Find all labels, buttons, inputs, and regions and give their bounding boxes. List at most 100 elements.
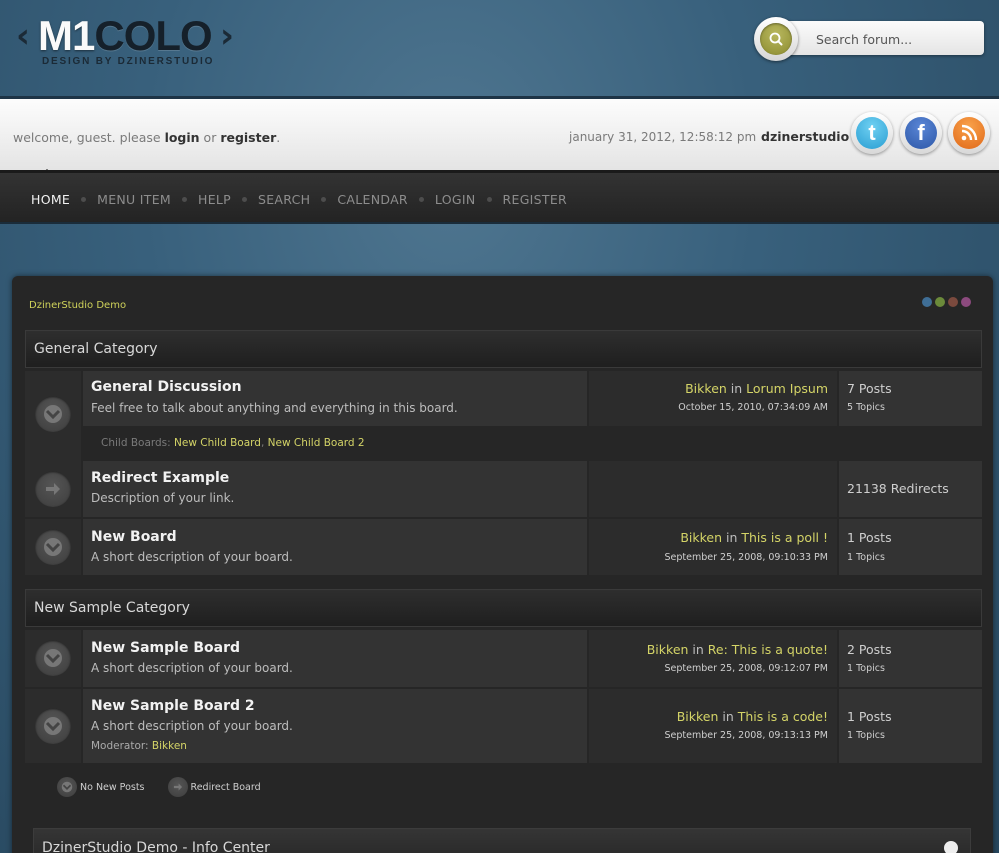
- facebook-icon: f: [905, 117, 937, 149]
- child-board-link[interactable]: New Child Board: [174, 437, 261, 449]
- logo-wordmark: M1COLO: [38, 12, 213, 59]
- child-board-link[interactable]: New Child Board 2: [268, 437, 365, 449]
- board-stats: 2 Posts 1 Topics: [839, 630, 982, 687]
- last-post-date: September 25, 2008, 09:10:33 PM: [664, 552, 829, 563]
- last-post-date: September 25, 2008, 09:13:13 PM: [664, 730, 829, 741]
- board-title[interactable]: New Sample Board 2: [91, 698, 255, 714]
- last-post-line: Bikken in Lorum Ipsum: [685, 381, 828, 396]
- color-switcher: [922, 297, 971, 307]
- twitter-icon: t: [856, 117, 888, 149]
- board-description: A short description of your board.: [91, 719, 293, 733]
- board-last-post: [589, 461, 837, 517]
- board-topics: 5 Topics: [847, 402, 885, 413]
- board-posts: 1 Posts: [847, 530, 892, 545]
- child-boards-label: Child Boards:: [101, 437, 175, 449]
- twitter-button[interactable]: t: [851, 112, 893, 154]
- last-post-user[interactable]: Bikken: [677, 709, 719, 724]
- board-row: New Sample Board A short description of …: [25, 630, 982, 687]
- header: ‹ M1COLO › DESIGN BY DZINERSTUDIO: [0, 0, 999, 96]
- nav-menu-item[interactable]: MENU ITEM: [97, 192, 198, 207]
- nav-register[interactable]: REGISTER: [503, 192, 568, 207]
- nav-login[interactable]: LOGIN: [435, 192, 503, 207]
- last-post-topic[interactable]: This is a poll !: [741, 530, 828, 545]
- board-row: General Discussion Feel free to talk abo…: [25, 371, 982, 461]
- board-stats: 7 Posts 5 Topics: [839, 371, 982, 426]
- color-dot-purple[interactable]: [961, 297, 971, 307]
- redirect-icon: [35, 471, 71, 507]
- breadcrumb[interactable]: DzinerStudio Demo: [29, 300, 126, 311]
- last-post-user[interactable]: Bikken: [647, 642, 689, 657]
- info-center-header[interactable]: DzinerStudio Demo - Info Center: [33, 828, 971, 853]
- board-icon-cell: [25, 519, 81, 575]
- board-redirects: 21138 Redirects: [847, 481, 949, 496]
- color-dot-blue[interactable]: [922, 297, 932, 307]
- board-row: Redirect Example Description of your lin…: [25, 461, 982, 517]
- board-icon-cell: [25, 689, 81, 763]
- last-post-topic[interactable]: This is a code!: [738, 709, 828, 724]
- search-input[interactable]: [816, 30, 976, 48]
- last-post-line: Bikken in Re: This is a quote!: [647, 642, 828, 657]
- color-dot-green[interactable]: [935, 297, 945, 307]
- info-center-title: DzinerStudio Demo - Info Center: [42, 840, 270, 853]
- welcome-prefix: welcome, guest. please: [13, 130, 165, 145]
- search-button[interactable]: [754, 17, 798, 61]
- category-title: New Sample Category: [34, 600, 190, 616]
- nav-separator: [321, 197, 327, 202]
- search-box: [754, 17, 986, 61]
- nav-home[interactable]: HOME: [31, 192, 97, 207]
- no-new-posts-icon: [35, 708, 71, 744]
- nav-menu-item-label: MENU ITEM: [97, 192, 171, 207]
- last-post-topic[interactable]: Re: This is a quote!: [708, 642, 828, 657]
- board-posts: 2 Posts: [847, 642, 892, 657]
- no-new-posts-icon: [57, 777, 77, 797]
- site-name: dzinerstudio: [761, 129, 850, 144]
- board-row: New Sample Board 2 A short description o…: [25, 689, 982, 763]
- category-header[interactable]: General Category: [25, 330, 982, 368]
- last-post-topic[interactable]: Lorum Ipsum: [746, 381, 828, 396]
- board-stats: 1 Posts 1 Topics: [839, 689, 982, 763]
- no-new-posts-icon: [35, 396, 71, 432]
- login-link[interactable]: login: [165, 130, 200, 145]
- board-last-post: Bikken in Lorum Ipsum October 15, 2010, …: [589, 371, 837, 426]
- nav-separator: [242, 197, 247, 202]
- board-title[interactable]: General Discussion: [91, 379, 242, 395]
- board-icon-cell: [25, 461, 81, 517]
- nav-login-label: LOGIN: [434, 192, 476, 207]
- color-dot-brown[interactable]: [948, 297, 958, 307]
- nav-search-label: SEARCH: [258, 192, 311, 207]
- last-post-line: Bikken in This is a poll !: [680, 530, 828, 545]
- board-topics: 1 Topics: [847, 663, 885, 674]
- board-legend: No New Posts Redirect Board: [57, 777, 261, 797]
- user-bar: welcome, guest. please login or register…: [0, 96, 999, 177]
- child-boards: Child Boards: New Child Board, New Child…: [101, 437, 365, 449]
- nav-calendar[interactable]: CALENDAR: [337, 192, 435, 207]
- board-title[interactable]: New Sample Board: [91, 640, 240, 656]
- nav-search[interactable]: SEARCH: [258, 192, 337, 207]
- facebook-button[interactable]: f: [900, 112, 942, 154]
- board-stats: 21138 Redirects: [839, 461, 982, 517]
- collapse-toggle-icon[interactable]: [944, 841, 958, 853]
- board-title[interactable]: Redirect Example: [91, 470, 229, 486]
- board-info: New Board A short description of your bo…: [83, 519, 587, 575]
- legend-redirect-label: Redirect Board: [190, 781, 261, 793]
- nav-separator: [182, 197, 187, 202]
- child-board-separator: ,: [260, 437, 268, 449]
- board-icon-cell: [25, 630, 81, 687]
- site-logo[interactable]: ‹ M1COLO › DESIGN BY DZINERSTUDIO: [16, 12, 240, 68]
- redirect-icon: [167, 777, 188, 797]
- board-title[interactable]: New Board: [91, 529, 177, 545]
- register-link[interactable]: register: [220, 130, 276, 145]
- category-header[interactable]: New Sample Category: [25, 589, 982, 627]
- rss-button[interactable]: [948, 112, 990, 154]
- category-title: General Category: [34, 341, 158, 357]
- logo-left-chevron: ‹: [16, 16, 31, 56]
- nav-help-label: HELP: [198, 192, 231, 207]
- nav-help[interactable]: HELP: [198, 192, 258, 207]
- nav-separator: [486, 197, 492, 202]
- last-post-user[interactable]: Bikken: [685, 381, 727, 396]
- moderator-link[interactable]: Bikken: [152, 740, 187, 752]
- board-info: New Sample Board 2 A short description o…: [83, 689, 587, 763]
- last-post-user[interactable]: Bikken: [680, 530, 722, 545]
- rss-icon: [953, 117, 985, 149]
- nav-register-label: REGISTER: [502, 192, 568, 207]
